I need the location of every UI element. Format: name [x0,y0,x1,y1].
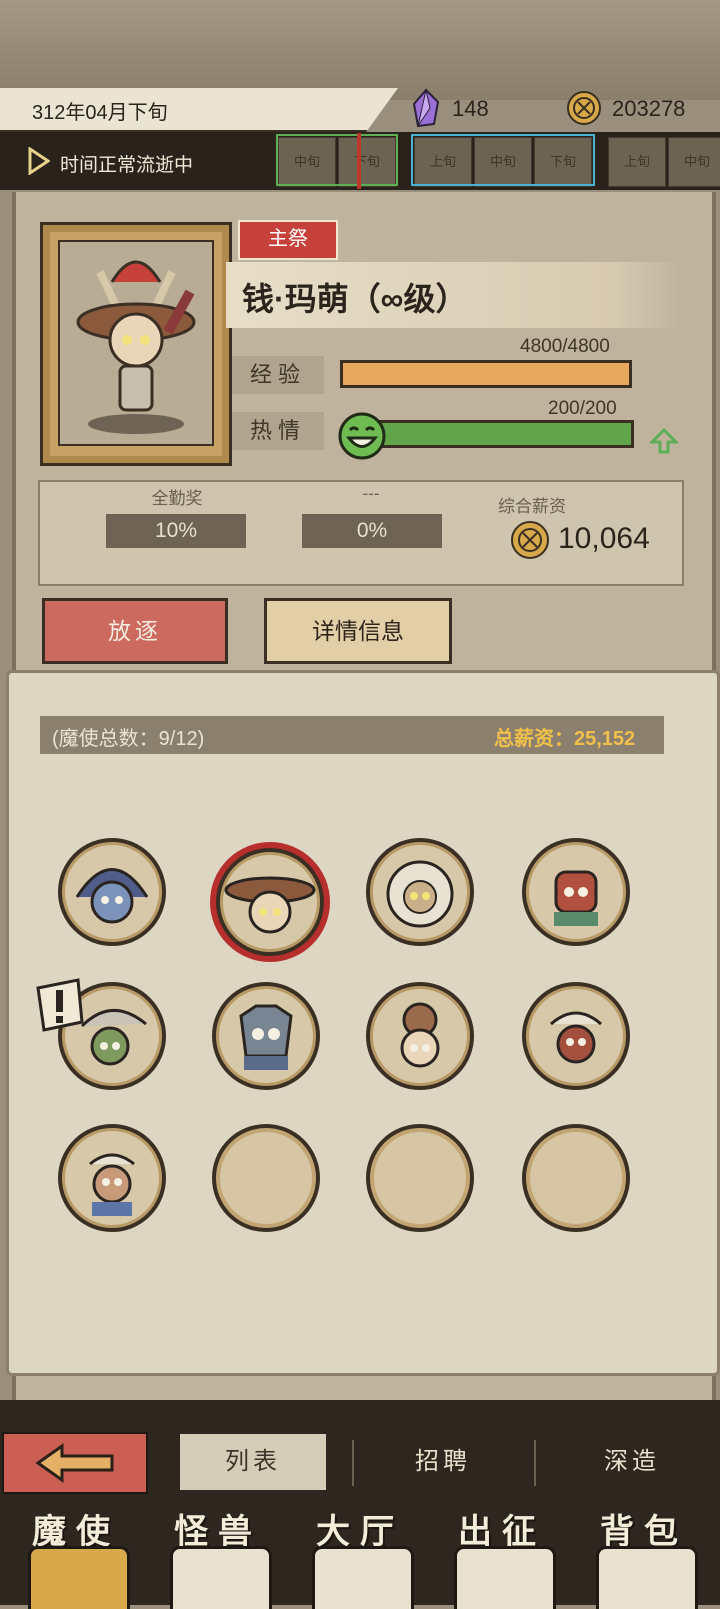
coin-icon [567,91,601,125]
bag-icon [596,1546,698,1609]
tab-forge[interactable]: 深造 [544,1434,720,1490]
salary-title: 综合薪资 [498,497,566,516]
tab-divider [352,1440,354,1486]
demon-slot-selected[interactable] [216,848,324,956]
crystal-icon [412,88,440,128]
monster-icon [170,1546,272,1609]
top-frame [0,0,720,100]
tab-divider [534,1440,536,1486]
demon-avatar [224,876,316,934]
role-badge: 主祭 [238,220,338,260]
tab-list[interactable]: 列表 [180,1434,326,1490]
timeline-marker [357,133,361,189]
passion-bar-fill [375,423,631,445]
roster-count: (魔使总数：9/12) [52,728,205,750]
demon-slot[interactable] [522,838,630,946]
demon-slot[interactable] [58,1124,166,1232]
tab-recruit[interactable]: 招聘 [360,1434,526,1490]
exp-value: 4800/4800 [520,336,610,357]
back-arrow-icon [35,1443,114,1483]
empty-slot[interactable] [212,1124,320,1232]
demon-avatar [550,1011,602,1064]
demon-avatar [400,1002,440,1068]
exp-label: 经验 [232,356,324,394]
nav-demon[interactable]: 魔使 [6,1504,146,1609]
nav-bag[interactable]: 背包 [574,1504,714,1609]
demon-avatar [89,1153,135,1216]
demon-avatar [239,1004,293,1070]
other-bonus-value: 0% [302,514,442,548]
passion-value: 200/200 [548,398,617,419]
demon-slot[interactable] [366,982,474,1090]
demon-avatar [75,868,149,924]
salary-value: 10,064 [558,522,650,555]
empty-slot[interactable] [522,1124,630,1232]
details-button[interactable]: 详情信息 [264,598,452,664]
attendance-title: 全勤奖 [151,489,203,508]
exp-bar-fill [343,363,629,385]
other-bonus-title: --- [362,484,380,503]
empty-slot[interactable] [366,1124,474,1232]
character-portrait-art [76,260,196,434]
period-cell: 中旬 [668,137,720,187]
back-button[interactable] [2,1432,148,1494]
coin-icon [511,521,549,559]
demon-slot[interactable] [212,982,320,1090]
demon-slot[interactable] [58,838,166,946]
month-group [276,134,398,186]
nav-hall[interactable]: 大厅 [290,1504,430,1609]
passion-bar [372,420,634,448]
hall-icon [312,1546,414,1609]
month-group [411,134,595,186]
demon-slot[interactable] [366,838,474,946]
happy-face-icon [338,412,386,460]
coin-count: 203278 [612,96,686,121]
roster-total-salary: 总薪资：25,152 [494,728,636,750]
demon-skull-icon [28,1546,130,1609]
passion-label: 热情 [232,412,324,450]
exile-button[interactable]: 放逐 [42,598,228,664]
crystal-count: 148 [452,96,489,121]
demon-avatar [554,870,598,926]
play-icon[interactable] [28,147,50,175]
demon-avatar [386,860,454,928]
expedition-icon [454,1546,556,1609]
exp-bar [340,360,632,388]
alert-icon [36,978,84,1032]
time-status: 时间正常流逝中 [60,155,194,176]
character-portrait[interactable] [58,240,214,446]
game-date: 312年04月下旬 [32,102,168,124]
character-name: 钱·玛萌（∞级） [242,281,468,317]
attendance-value: 10% [106,514,246,548]
nav-expedition[interactable]: 出征 [432,1504,572,1609]
nav-monster[interactable]: 怪兽 [148,1504,288,1609]
up-arrow-icon [650,428,678,454]
demon-slot[interactable] [522,982,630,1090]
period-cell: 上旬 [608,137,666,187]
